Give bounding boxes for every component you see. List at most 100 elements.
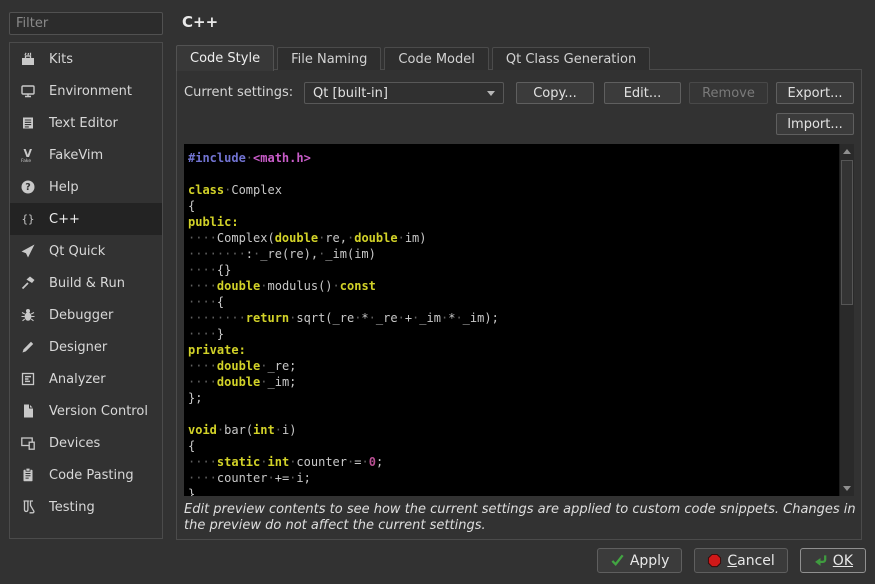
sidebar-item-testing[interactable]: Testing — [10, 491, 162, 523]
code-line: ········:·_re(re),·_im(im) — [188, 246, 839, 262]
tab-code-style[interactable]: Code Style — [176, 45, 274, 71]
copy-button[interactable]: Copy... — [516, 82, 594, 104]
svg-text:{}: {} — [22, 214, 35, 226]
code-line: #include·<math.h> — [188, 150, 839, 166]
export-button[interactable]: Export... — [776, 82, 854, 104]
sidebar-item-label: Kits — [49, 52, 73, 67]
fakevim-icon: VFake — [19, 146, 37, 164]
sidebar-item-qt-quick[interactable]: Qt Quick — [10, 235, 162, 267]
scrollbar-track[interactable] — [840, 159, 854, 481]
sidebar-list: Kits Environment Text Editor VFake FakeVim? H… — [10, 43, 162, 523]
sidebar-item-label: Devices — [49, 436, 100, 451]
sidebar-item-label: Version Control — [49, 404, 148, 419]
clipboard-icon — [19, 466, 37, 484]
preview-note: Edit preview contents to see how the cur… — [184, 502, 860, 533]
scroll-up-button[interactable] — [840, 144, 854, 159]
code-line: ····Complex(double·re,·double·im) — [188, 230, 839, 246]
sidebar-item-label: C++ — [49, 212, 80, 227]
sidebar-item-version-control[interactable]: Version Control — [10, 395, 162, 427]
sidebar-item-designer[interactable]: Designer — [10, 331, 162, 363]
code-line: ····counter·+=·i; — [188, 470, 839, 486]
sidebar-item-label: Qt Quick — [49, 244, 105, 259]
code-line — [188, 166, 839, 182]
sidebar-item-label: Environment — [49, 84, 132, 99]
arrow-up-icon — [843, 149, 851, 154]
toolbox-icon — [19, 50, 37, 68]
ok-button-label: OK — [833, 553, 853, 569]
sidebar-item-kits[interactable]: Kits — [10, 43, 162, 75]
help-icon: ? — [19, 178, 37, 196]
sidebar-item-analyzer[interactable]: Analyzer — [10, 363, 162, 395]
sidebar-item-environment[interactable]: Environment — [10, 75, 162, 107]
scroll-down-button[interactable] — [840, 481, 854, 496]
remove-button[interactable]: Remove — [689, 82, 768, 104]
file-icon — [19, 402, 37, 420]
sidebar-item-debugger[interactable]: Debugger — [10, 299, 162, 331]
tab-file-naming[interactable]: File Naming — [277, 47, 381, 70]
cancel-button[interactable]: Cancel — [694, 548, 787, 573]
paper-plane-icon — [19, 242, 37, 260]
editor-scrollbar[interactable] — [839, 144, 854, 496]
ok-arrow-icon — [813, 553, 828, 568]
code-line: ····} — [188, 326, 839, 342]
hammer-icon — [19, 274, 37, 292]
dialog-button-box: Apply Cancel OK — [597, 548, 866, 573]
tab-qt-class-generation[interactable]: Qt Class Generation — [492, 47, 650, 70]
code-line: ····double·_im; — [188, 374, 839, 390]
sidebar-item-label: Analyzer — [49, 372, 106, 387]
code-line: ····static·int·counter·=·0; — [188, 454, 839, 470]
ok-button[interactable]: OK — [800, 548, 866, 573]
sidebar-item-label: Build & Run — [49, 276, 125, 291]
sidebar-item-build-run[interactable]: Build & Run — [10, 267, 162, 299]
tab-bar: Code StyleFile NamingCode ModelQt Class … — [176, 44, 653, 70]
pencil-icon — [19, 338, 37, 356]
sidebar-item-label: Help — [49, 180, 79, 195]
sidebar-item-text-editor[interactable]: Text Editor — [10, 107, 162, 139]
chevron-down-icon — [487, 91, 495, 96]
devices-icon — [19, 434, 37, 452]
code-line: { — [188, 198, 839, 214]
sidebar-item-help[interactable]: ? Help — [10, 171, 162, 203]
apply-button[interactable]: Apply — [597, 548, 683, 573]
test-tube-icon — [19, 498, 37, 516]
current-settings-select[interactable]: Qt [built-in] — [304, 82, 504, 104]
sidebar-item-devices[interactable]: Devices — [10, 427, 162, 459]
sidebar-panel: Kits Environment Text Editor VFake FakeVim? H… — [9, 42, 163, 539]
cancel-button-label: Cancel — [727, 553, 774, 569]
code-line: } — [188, 486, 839, 496]
arrow-down-icon — [843, 486, 851, 491]
svg-text:Fake: Fake — [21, 158, 31, 163]
code-line: void·bar(int·i) — [188, 422, 839, 438]
sidebar-item-cpp[interactable]: {} C++ — [10, 203, 162, 235]
code-line: ····double·_re; — [188, 358, 839, 374]
code-line: ····{ — [188, 294, 839, 310]
check-icon — [610, 553, 625, 568]
tab-code-model[interactable]: Code Model — [384, 47, 488, 70]
sidebar-item-fakevim[interactable]: VFake FakeVim — [10, 139, 162, 171]
stop-icon — [707, 553, 722, 568]
current-settings-label: Current settings: — [184, 85, 293, 100]
braces-icon: {} — [19, 210, 37, 228]
scrollbar-thumb[interactable] — [841, 160, 853, 305]
page-title: C++ — [182, 13, 218, 31]
sidebar-item-label: Testing — [49, 500, 95, 515]
sidebar-item-label: Text Editor — [49, 116, 118, 131]
filter-input[interactable] — [9, 12, 163, 35]
sidebar-item-label: FakeVim — [49, 148, 103, 163]
bug-icon — [19, 306, 37, 324]
code-line: }; — [188, 390, 839, 406]
text-document-icon — [19, 114, 37, 132]
code-line: private: — [188, 342, 839, 358]
code-line: class·Complex — [188, 182, 839, 198]
sidebar-item-code-pasting[interactable]: Code Pasting — [10, 459, 162, 491]
sidebar-item-label: Debugger — [49, 308, 113, 323]
sidebar-item-label: Code Pasting — [49, 468, 134, 483]
code-line — [188, 406, 839, 422]
monitor-icon — [19, 82, 37, 100]
code-preview-editor[interactable]: #include·<math.h> class·Complex{public:·… — [184, 144, 854, 496]
code-area[interactable]: #include·<math.h> class·Complex{public:·… — [184, 144, 839, 496]
import-button[interactable]: Import... — [776, 113, 854, 135]
apply-button-label: Apply — [630, 553, 670, 569]
code-line: ····double·modulus()·const — [188, 278, 839, 294]
edit-button[interactable]: Edit... — [604, 82, 681, 104]
